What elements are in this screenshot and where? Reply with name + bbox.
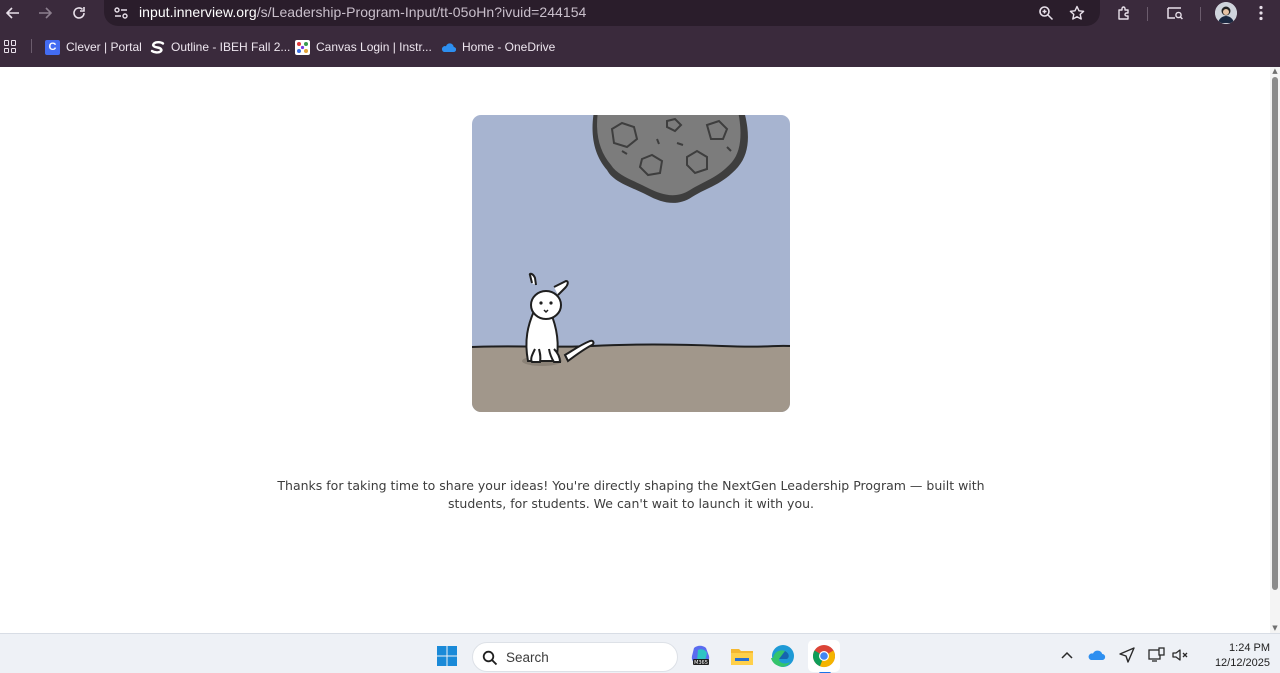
thank-you-message: Thanks for taking time to share your ide…	[270, 477, 992, 512]
search-icon	[482, 650, 498, 666]
bookmark-canvas-login[interactable]: Canvas Login | Instr...	[295, 38, 432, 56]
toolbar-divider	[1147, 7, 1148, 21]
extensions-icon[interactable]	[1113, 2, 1135, 24]
canvas-icon	[295, 39, 310, 55]
thank-you-line-1: Thanks for taking time to share your ide…	[277, 478, 985, 493]
bookmark-star-icon[interactable]	[1066, 2, 1088, 24]
scroll-up-icon[interactable]: ▲	[1271, 67, 1279, 75]
bookmarks-divider	[31, 39, 32, 53]
reload-button[interactable]	[68, 2, 90, 24]
tab-search-icon[interactable]	[1164, 2, 1186, 24]
url-host: input.innerview.org	[139, 4, 257, 20]
site-settings-icon[interactable]	[112, 4, 130, 22]
taskbar-search[interactable]: Search	[472, 642, 678, 672]
clever-icon: C	[45, 39, 60, 55]
browser-menu-icon[interactable]	[1250, 2, 1272, 24]
svg-text:M365: M365	[694, 660, 708, 666]
bookmark-outline-ibeh[interactable]: Outline - IBEH Fall 2...	[150, 38, 290, 56]
network-icon[interactable]	[1148, 646, 1166, 664]
windows-start-icon[interactable]	[431, 640, 463, 672]
thank-you-line-2: students, for students. We can't wait to…	[448, 495, 814, 511]
browser-toolbar: input.innerview.org/s/Leadership-Program…	[0, 0, 1280, 27]
show-hidden-icons-icon[interactable]	[1058, 646, 1076, 664]
clock-date: 12/12/2025	[1214, 657, 1270, 669]
m365-copilot-icon[interactable]: M365	[685, 640, 717, 672]
scroll-down-icon[interactable]: ▼	[1271, 624, 1279, 632]
zoom-icon[interactable]	[1035, 2, 1057, 24]
page-scrollbar[interactable]: ▲ ▼	[1270, 67, 1280, 633]
chrome-icon[interactable]	[808, 640, 840, 672]
scrollbar-thumb[interactable]	[1272, 77, 1278, 590]
falling-rock-illustration	[472, 115, 790, 412]
search-label: Search	[506, 650, 549, 665]
apps-icon[interactable]	[4, 40, 17, 53]
url-path: /s/Leadership-Program-Input/tt-05oHn?ivu…	[256, 4, 587, 20]
clock-time: 1:24 PM	[1229, 642, 1270, 654]
back-button[interactable]	[2, 2, 24, 24]
toolbar-divider	[1200, 7, 1201, 21]
volume-muted-icon[interactable]	[1172, 646, 1190, 664]
forward-button[interactable]	[34, 2, 56, 24]
outline-icon	[150, 40, 165, 55]
windows-taskbar: Search M365 1:24 PM 12/12/2025	[0, 633, 1280, 673]
file-explorer-icon[interactable]	[726, 640, 758, 672]
location-icon[interactable]	[1118, 646, 1136, 664]
system-clock[interactable]: 1:24 PM 12/12/2025	[1198, 641, 1270, 671]
bookmark-label: Canvas Login | Instr...	[316, 40, 432, 54]
onedrive-icon	[441, 40, 457, 55]
bookmark-onedrive-home[interactable]: Home - OneDrive	[441, 38, 555, 56]
ground	[472, 344, 790, 412]
address-url[interactable]: input.innerview.org/s/Leadership-Program…	[139, 4, 586, 20]
profile-avatar[interactable]	[1215, 2, 1237, 24]
bookmark-label: Clever | Portal	[66, 40, 142, 54]
bookmark-label: Home - OneDrive	[462, 40, 556, 54]
edge-icon[interactable]	[767, 640, 799, 672]
bookmark-label: Outline - IBEH Fall 2...	[171, 40, 291, 54]
bookmark-clever-portal[interactable]: C Clever | Portal	[45, 38, 142, 56]
onedrive-tray-icon[interactable]	[1088, 646, 1106, 664]
